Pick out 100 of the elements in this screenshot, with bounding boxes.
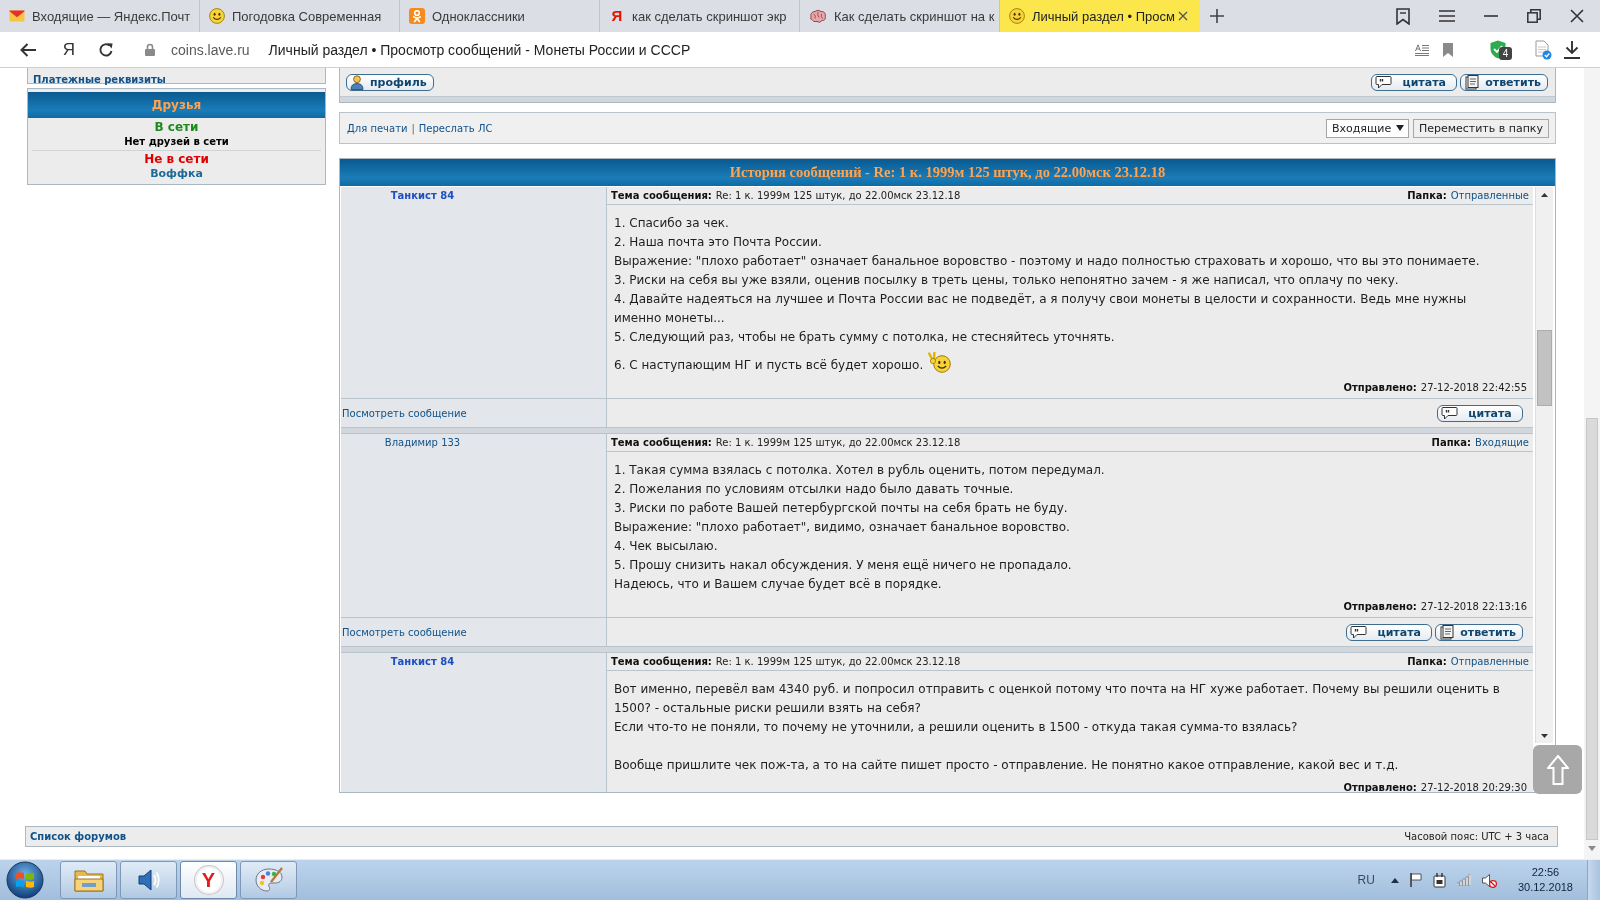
browser-tab[interactable]: Личный раздел • Просм xyxy=(1000,0,1200,32)
speech-bubble-icon xyxy=(1350,625,1368,639)
view-message-link[interactable]: Посмотреть сообщение xyxy=(342,407,467,419)
folder-link[interactable]: Отправленные xyxy=(1450,190,1529,201)
quote-button[interactable]: цитата xyxy=(1437,404,1523,422)
back-arrow-icon[interactable] xyxy=(19,41,37,58)
author-link[interactable]: Танкист 84 xyxy=(341,655,504,669)
taskbar-button[interactable]: Y xyxy=(180,861,237,899)
envelope-icon xyxy=(9,10,25,22)
forum-list-link[interactable]: Список форумов xyxy=(30,831,127,842)
taskbar-button[interactable] xyxy=(240,861,297,899)
sent-time: 27-12-2018 22:13:16 xyxy=(1420,600,1527,614)
message-text: 5. Прошу снизить накал обсуждения. У меня ещё ничего не пропадало. xyxy=(614,557,1072,574)
person-icon xyxy=(350,74,364,90)
menu-icon[interactable] xyxy=(1439,10,1455,22)
muted-speaker-icon[interactable] xyxy=(1481,872,1497,888)
clock-date[interactable]: 30.12.2018 xyxy=(1517,880,1573,895)
message-text: 1. Такая сумма взялась с потолка. Хотел в рубль оценить, потом передумал. xyxy=(614,462,1105,479)
folder-label: Папка: xyxy=(1431,437,1472,448)
language-indicator[interactable]: RU xyxy=(1357,873,1375,887)
quote-button[interactable]: цитата xyxy=(1346,623,1433,641)
caret-icon xyxy=(1395,125,1404,131)
up-arrow-icon[interactable] xyxy=(1541,193,1548,197)
friend-link[interactable]: Воффка xyxy=(150,167,203,181)
palette-icon xyxy=(254,867,283,893)
badge-count: 4 xyxy=(1499,46,1512,60)
profile-button[interactable]: профиль xyxy=(346,73,434,91)
logo-button[interactable]: Я xyxy=(60,38,78,61)
reader-icon[interactable] xyxy=(1415,43,1429,56)
bookmark-icon[interactable] xyxy=(1443,42,1453,57)
scrollbar[interactable] xyxy=(1535,187,1553,743)
reload-icon[interactable] xyxy=(98,41,114,58)
folder-icon xyxy=(73,868,104,892)
taskbar-button[interactable] xyxy=(60,861,117,899)
speech-bubble-icon xyxy=(1441,406,1458,420)
file-check-icon[interactable] xyxy=(1534,39,1552,60)
taskbar-button[interactable] xyxy=(120,861,177,899)
subject-text: Re: 1 к. 1999м 125 штук, до 22.00мск 23.12.18 xyxy=(715,656,961,667)
speech-bubble-icon xyxy=(1375,75,1393,89)
bookmark-outline-icon[interactable] xyxy=(1396,7,1410,25)
start-button[interactable] xyxy=(6,861,44,899)
author-link[interactable]: Владимир 133 xyxy=(341,436,504,450)
page-scrollbar[interactable] xyxy=(1584,68,1600,859)
down-arrow-icon[interactable] xyxy=(1541,734,1548,738)
message-text: 6. С наступающим НГ и пусть всё будет хорошо. xyxy=(614,357,924,374)
flag-icon[interactable] xyxy=(1409,873,1422,887)
logo-letter: Я xyxy=(610,8,624,24)
author-link[interactable]: Танкист 84 xyxy=(341,189,504,203)
history-header: История сообщений - Re: 1 к. 1999м 125 штук, до 22.00мск 23.12.18 xyxy=(340,159,1555,186)
message-text: 2. Пожелания по условиям отсылки надо было давать точные. xyxy=(614,481,1014,498)
quote-button[interactable]: цитата xyxy=(1371,73,1458,91)
no-friends-text: Нет друзей в сети xyxy=(124,135,229,148)
subject-text: Re: 1 к. 1999м 125 штук, до 22.00мск 23.12.18 xyxy=(715,437,961,448)
lock-icon xyxy=(145,43,155,56)
url-text[interactable]: coins.lave.ru xyxy=(171,41,250,58)
print-link[interactable]: Для печати xyxy=(347,122,408,134)
plus-icon[interactable] xyxy=(1210,9,1224,23)
clock-time[interactable]: 22:56 xyxy=(1531,865,1560,880)
forward-link[interactable]: Переслать ЛС xyxy=(418,122,493,134)
message-text: 4. Давайте надеяться на лучшее и Почта России вас не подведёт, а я получу свои монеты в целости и сохранности. Ведь мне нужны именно монеты... xyxy=(614,291,1468,327)
notepad-icon xyxy=(1439,624,1455,640)
close-icon[interactable] xyxy=(1570,9,1584,23)
folder-link[interactable]: Входящие xyxy=(1475,437,1529,448)
folder-label: Папка: xyxy=(1407,190,1447,201)
message-text: Вообще пришлите чек пож-та, а то на сайте пишет просто - отправление. Не понятно какое отправление, какой вес и т.д. xyxy=(614,757,1399,774)
restore-icon[interactable] xyxy=(1527,9,1541,23)
subject-label: Тема сообщения: xyxy=(611,656,712,667)
offline-heading: Не в сети xyxy=(144,152,209,167)
scrollbar-thumb[interactable] xyxy=(1586,418,1598,840)
subject-text: Re: 1 к. 1999м 125 штук, до 22.00мск 23.12.18 xyxy=(715,190,961,201)
view-message-link[interactable]: Посмотреть сообщение xyxy=(342,626,467,638)
move-to-folder-button[interactable]: Переместить в папку xyxy=(1412,118,1549,138)
reply-button[interactable]: ответить xyxy=(1460,73,1548,91)
sent-time: 27-12-2018 20:29:30 xyxy=(1420,781,1527,792)
tray-arrow-icon[interactable] xyxy=(1390,877,1399,883)
message-text: 4. Чек высылаю. xyxy=(614,538,718,555)
plug-icon[interactable] xyxy=(1432,872,1446,888)
sent-label: Отправлено: xyxy=(1343,381,1417,395)
message-text: 3. Риски по работе Вашей петербургской почты на себя брать не буду. xyxy=(614,500,1068,517)
message-text: Если что-то не поняли, то почему не уточнили, а решили оценить в 1500 - откуда такая сумма-то взялась? xyxy=(614,719,1298,736)
timezone-text: Часовой пояс: UTC + 3 часа xyxy=(1404,831,1549,842)
message-text: Выражение: "плохо работает" означает банальное воровство - поэтому и надо полностью страховать и хорошо, что вы это понимаете. xyxy=(614,253,1480,270)
close-icon[interactable] xyxy=(1178,11,1188,21)
folder-link[interactable]: Отправленные xyxy=(1450,656,1529,667)
figure-tile-icon xyxy=(409,8,425,24)
smiley-icon xyxy=(209,8,225,24)
sent-label: Отправлено: xyxy=(1343,600,1417,614)
speaker-icon xyxy=(135,867,162,893)
message-text: 5. Следующий раз, чтобы не брать сумму с потолка, не стесняйтесь уточнять. xyxy=(614,329,1115,346)
scrollbar-thumb[interactable] xyxy=(1537,330,1552,406)
folder-label: Папка: xyxy=(1407,656,1447,667)
subject-label: Тема сообщения: xyxy=(611,437,712,448)
folder-select[interactable]: Входящие xyxy=(1325,118,1409,138)
download-icon[interactable] xyxy=(1564,40,1580,59)
message-text: 3. Риски на себя вы уже взяли, оценив посылку в треть цены, только непонятно зачем - я же написал, что оплачу по чеку. xyxy=(614,272,1399,289)
message-text: Вот именно, перевёл вам 4340 руб. и попросил отправить с оценкой потому что почта на НГ хуже работает. Почему вы решили оценить в 1500? - остальные риски решили взять на себя? xyxy=(614,681,1501,717)
notepad-icon xyxy=(1464,74,1480,90)
reply-button[interactable]: ответить xyxy=(1435,623,1523,641)
browser-logo-icon: Y xyxy=(194,866,223,894)
payment-details-link[interactable]: Платежные реквизиты xyxy=(33,74,166,85)
